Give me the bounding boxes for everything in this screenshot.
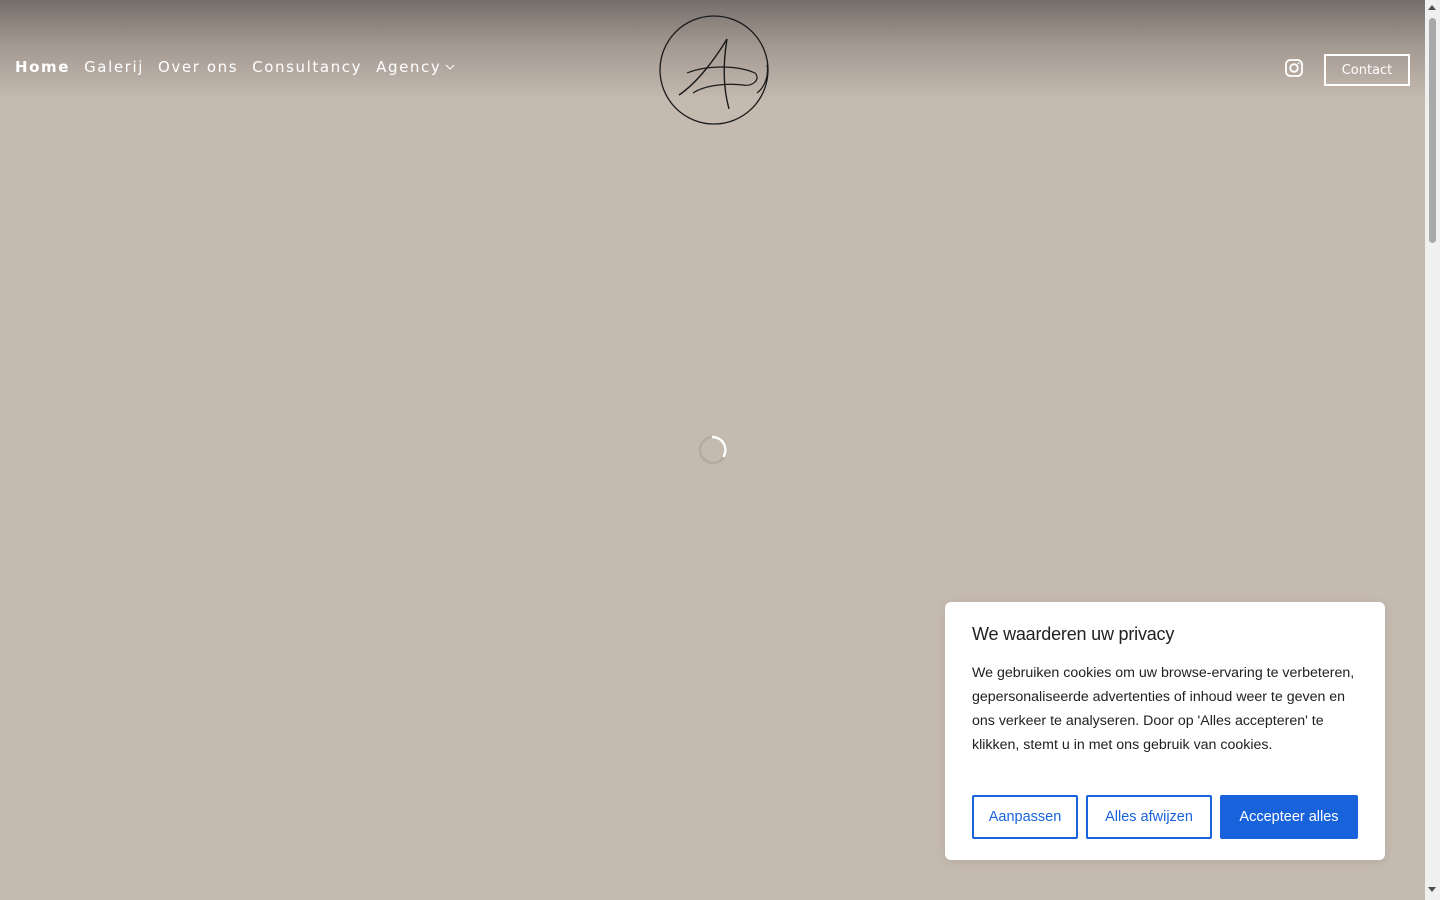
nav-item-consultancy[interactable]: Consultancy bbox=[252, 58, 362, 76]
nav-item-agency-label: Agency bbox=[376, 58, 442, 76]
reject-all-button[interactable]: Alles afwijzen bbox=[1086, 795, 1212, 839]
customize-button[interactable]: Aanpassen bbox=[972, 795, 1078, 839]
chevron-down-icon bbox=[445, 64, 455, 70]
vertical-scrollbar[interactable] bbox=[1425, 0, 1440, 900]
cookie-banner-actions: Aanpassen Alles afwijzen Accepteer alles bbox=[972, 795, 1358, 839]
scroll-up-arrow-icon[interactable] bbox=[1428, 5, 1436, 10]
main-nav: Home Galerij Over ons Consultancy Agency bbox=[15, 58, 469, 76]
nav-item-home[interactable]: Home bbox=[15, 58, 70, 76]
nav-item-over-ons[interactable]: Over ons bbox=[158, 58, 238, 76]
cookie-banner-text: We gebruiken cookies om uw browse-ervari… bbox=[972, 665, 1355, 753]
nav-item-agency[interactable]: Agency bbox=[376, 58, 455, 76]
nav-item-galerij[interactable]: Galerij bbox=[84, 58, 144, 76]
instagram-icon[interactable] bbox=[1285, 59, 1303, 77]
scroll-down-arrow-icon[interactable] bbox=[1428, 887, 1436, 892]
cookie-consent-banner: We waarderen uw privacy We gebruiken coo… bbox=[945, 602, 1385, 860]
spinner-icon bbox=[698, 435, 728, 465]
monogram-a-logo[interactable] bbox=[657, 13, 771, 127]
contact-button[interactable]: Contact bbox=[1324, 54, 1410, 86]
accept-all-button[interactable]: Accepteer alles bbox=[1220, 795, 1358, 839]
scrollbar-thumb[interactable] bbox=[1429, 18, 1436, 243]
page: Home Galerij Over ons Consultancy Agency… bbox=[0, 0, 1425, 900]
cookie-banner-title: We waarderen uw privacy bbox=[972, 624, 1175, 644]
